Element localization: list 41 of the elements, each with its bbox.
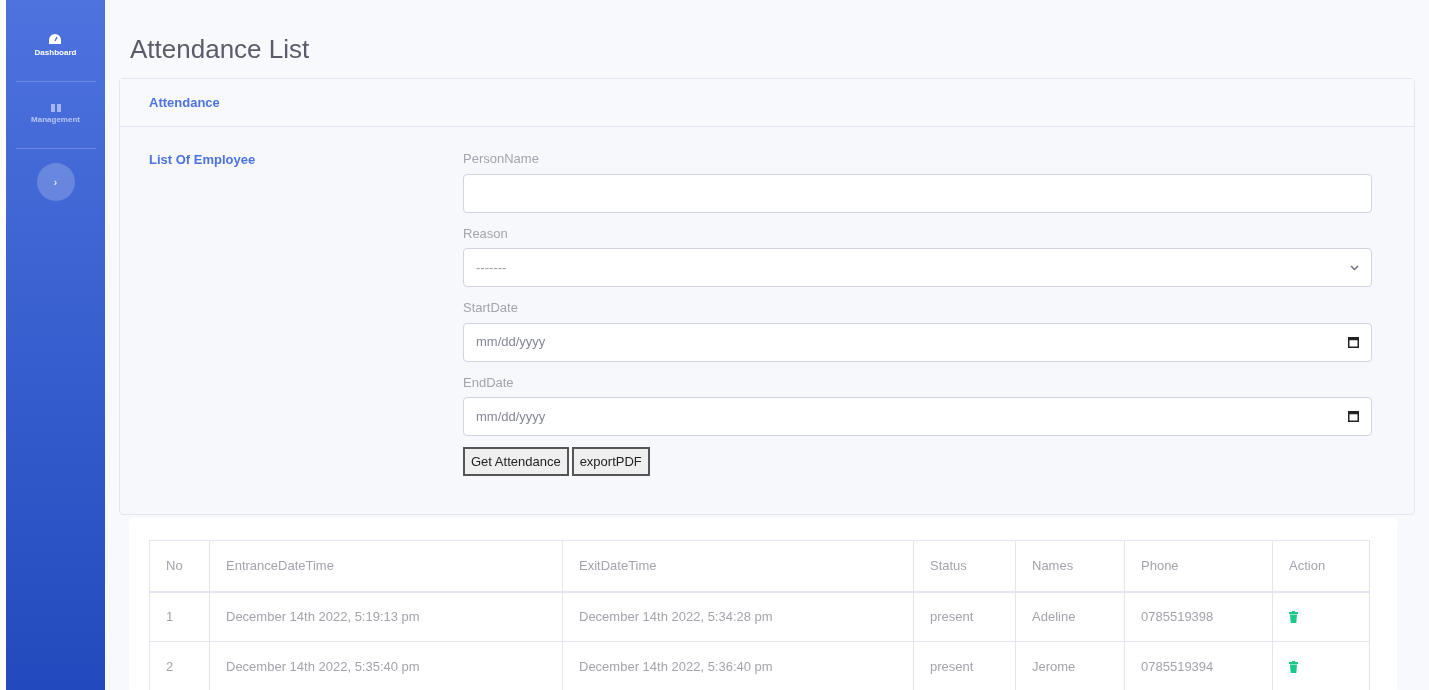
table-cell: present [913, 591, 1016, 642]
column-header: Action [1272, 540, 1370, 592]
calendar-icon[interactable] [1348, 336, 1359, 348]
field-label: EndDate [463, 373, 515, 392]
table-cell: Jerome [1015, 641, 1125, 690]
trash-icon[interactable] [1289, 610, 1298, 623]
table-cell: December 14th 2022, 5:36:40 pm [562, 641, 914, 690]
table-cell: 1 [149, 591, 210, 642]
field-label: StartDate [463, 299, 519, 317]
trash-icon[interactable] [1289, 660, 1298, 673]
person-name-field[interactable] [463, 173, 1372, 213]
reason-select[interactable]: ------- [463, 248, 1372, 287]
date-field[interactable]: mm/dd/yyyy [463, 322, 1372, 362]
date-field[interactable]: mm/dd/yyyy [463, 397, 1372, 436]
export-pdf-button[interactable]: exportPDF [571, 447, 650, 476]
column-header: Phone [1124, 540, 1273, 592]
column-header: EntranceDateTime [209, 540, 563, 592]
gauge-icon [49, 34, 62, 45]
sidebar-item[interactable]: Management [31, 100, 80, 130]
section-label: List Of Employee [149, 152, 256, 167]
table-cell: Adeline [1015, 591, 1125, 642]
column-header: ExitDateTime [562, 540, 914, 592]
sidebar-toggle[interactable]: › [36, 163, 75, 201]
table-cell: December 14th 2022, 5:35:40 pm [209, 641, 563, 690]
column-header: Status [913, 540, 1016, 592]
column-header: Names [1015, 540, 1125, 592]
card-title: Attendance [149, 93, 220, 112]
table-cell: December 14th 2022, 5:19:13 pm [209, 591, 563, 642]
get-attendance-button[interactable]: Get Attendance [463, 447, 569, 476]
column-header: No [149, 540, 210, 592]
calendar-icon[interactable] [1348, 411, 1359, 422]
sidebar-item[interactable]: Dashboard [34, 30, 77, 63]
field-label: PersonName [463, 150, 540, 168]
chevron-down-icon [1350, 264, 1359, 271]
table-cell: present [913, 641, 1016, 690]
table-cell: December 14th 2022, 5:34:28 pm [562, 591, 914, 642]
page-title: Attendance List [130, 36, 311, 62]
table-cell: 2 [149, 641, 210, 690]
field-label: Reason [463, 224, 509, 243]
table-cell: 0785519394 [1124, 641, 1273, 690]
table-cell: 0785519398 [1124, 591, 1273, 642]
